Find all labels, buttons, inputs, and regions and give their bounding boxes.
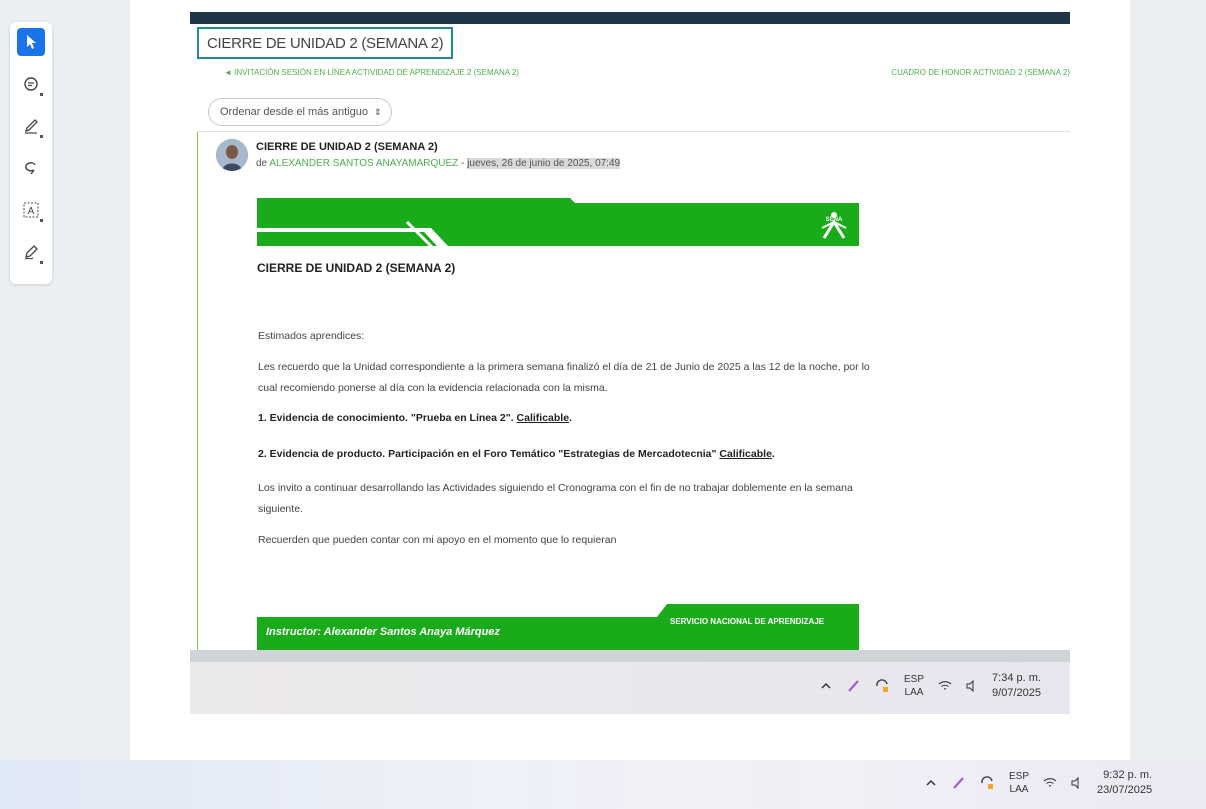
inner-clock-date: 9/07/2025 (992, 687, 1041, 699)
footer-organization: SERVICIO NACIONAL DE APRENDIZAJE (670, 617, 825, 626)
pen-icon[interactable] (846, 679, 860, 693)
sena-logo-text: SENA (825, 217, 843, 223)
evidence-item-2: 2. Evidencia de producto. Participación … (258, 444, 870, 465)
outer-lang-bottom: LAA (1009, 784, 1029, 795)
previous-activity-link[interactable]: ◄ INVITACIÓN SESIÓN EN LÍNEA ACTIVIDAD D… (224, 68, 519, 77)
draw-tool-button[interactable] (17, 238, 45, 266)
sena-header-banner (257, 198, 859, 252)
evidence-item-1-end: . (569, 412, 572, 424)
divider (197, 131, 1070, 132)
sync-icon[interactable] (979, 775, 995, 791)
outer-system-tray: ESP LAA 9:32 p. m. 23/07/2025 (925, 768, 1152, 798)
sort-order-select[interactable]: Ordenar desde el más antiguo ⇕ (208, 98, 392, 126)
comment-icon (24, 77, 38, 91)
wifi-icon[interactable] (1043, 777, 1057, 789)
inner-lang-top: ESP (904, 674, 925, 685)
site-header-bar (190, 12, 1070, 24)
inner-taskbar: ESP LAA 7:34 p. m. 9/07/2025 (190, 662, 1070, 714)
lasso-icon (25, 162, 36, 175)
footer-instructor-name: Instructor: Alexander Santos Anaya Márqu… (266, 626, 500, 638)
evidence-item-1-link[interactable]: Calificable (517, 412, 570, 424)
embedded-screenshot: CIERRE DE UNIDAD 2 (SEMANA 2) ◄ INVITACI… (190, 12, 1070, 714)
inner-system-tray: ESP LAA 7:34 p. m. 9/07/2025 (820, 671, 1041, 701)
next-activity-link[interactable]: CUADRO DE HONOR ACTIVIDAD 2 (SEMANA 2) (891, 68, 1070, 77)
comment-tool-button[interactable] (17, 70, 45, 98)
byline-prefix: de (256, 158, 270, 169)
select-tool-button[interactable] (17, 28, 45, 56)
outer-lang-top: ESP (1009, 771, 1030, 782)
evidence-item-2-end: . (771, 448, 775, 460)
author-link[interactable]: ALEXANDER SANTOS ANAYAMARQUEZ (269, 158, 458, 169)
chevron-up-icon[interactable] (820, 680, 832, 692)
evidence-item-1-text: 1. Evidencia de conocimiento. "Prueba en… (258, 412, 517, 424)
author-avatar[interactable] (216, 139, 248, 171)
evidence-item-1: 1. Evidencia de conocimiento. "Prueba en… (258, 408, 870, 429)
outer-language-indicator[interactable]: ESP LAA (1009, 770, 1029, 796)
post-title: CIERRE DE UNIDAD 2 (SEMANA 2) (256, 141, 438, 153)
discussion-title: CIERRE DE UNIDAD 2 (SEMANA 2) (197, 27, 454, 59)
paragraph-3: Recuerden que pueden contar con mi apoyo… (258, 534, 617, 546)
pen-icon[interactable] (951, 776, 965, 790)
lasso-tool-button[interactable] (17, 154, 45, 182)
speaker-icon[interactable] (1071, 777, 1083, 789)
evidence-item-2-text: 2. Evidencia de producto. Participación … (258, 448, 720, 460)
post-date: jueves, 26 de junio de 2025, 07:49 (467, 158, 621, 169)
svg-text:A: A (28, 206, 35, 217)
avatar-photo-icon (216, 139, 248, 171)
sort-order-value: Ordenar desde el más antiguo (220, 106, 368, 118)
sync-icon[interactable] (874, 678, 890, 694)
text-box-icon: A (23, 202, 39, 218)
outer-clock-date: 23/07/2025 (1097, 784, 1153, 796)
paragraph-1: Les recuerdo que la Unidad correspondien… (258, 361, 870, 394)
inner-window-strip (190, 650, 1070, 662)
banner-heading: CIERRE DE UNIDAD 2 (SEMANA 2) (257, 261, 456, 275)
outer-clock[interactable]: 9:32 p. m. 23/07/2025 (1097, 768, 1152, 798)
inner-clock-time: 7:34 p. m. (992, 672, 1041, 684)
post-indent-rail (197, 132, 198, 662)
outer-clock-time: 9:32 p. m. (1103, 769, 1153, 781)
chevron-up-icon[interactable] (925, 777, 937, 789)
sena-logo: SENA (820, 208, 848, 240)
inner-language-indicator[interactable]: ESP LAA (904, 673, 924, 699)
post-byline: de ALEXANDER SANTOS ANAYAMARQUEZ - jueve… (256, 158, 621, 169)
pen-icon (24, 119, 38, 134)
signature-icon (24, 245, 38, 260)
inner-clock[interactable]: 7:34 p. m. 9/07/2025 (992, 671, 1041, 701)
sena-logo-icon (821, 212, 847, 239)
outer-taskbar: ESP LAA 9:32 p. m. 23/07/2025 (0, 760, 1206, 809)
paragraph-2: Los invito a continuar desarrollando las… (258, 482, 853, 515)
inner-lang-bottom: LAA (904, 687, 924, 698)
cursor-icon (27, 35, 36, 49)
discussion-title-text: CIERRE DE UNIDAD 2 (SEMANA 2) (207, 34, 444, 52)
highlight-tool-button[interactable] (17, 112, 45, 140)
select-caret-icon: ⇕ (373, 106, 382, 117)
greeting-text: Estimados aprendices: (258, 330, 365, 342)
speaker-icon[interactable] (966, 680, 978, 692)
annotation-toolbar: A (10, 22, 52, 284)
byline-separator: - (458, 158, 468, 169)
text-tool-button[interactable]: A (17, 196, 45, 224)
evidence-item-2-link[interactable]: Calificable (719, 448, 772, 460)
wifi-icon[interactable] (938, 680, 952, 692)
